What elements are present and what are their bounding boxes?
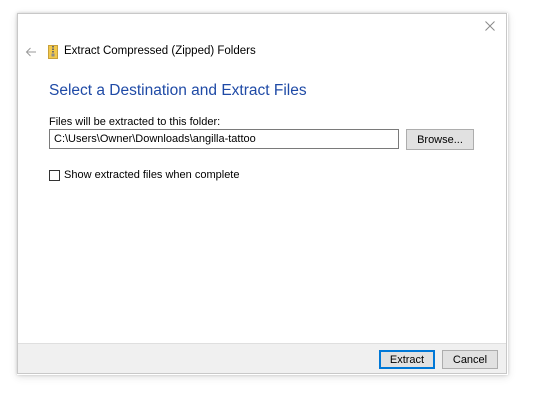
show-files-checkbox[interactable]: [49, 169, 60, 181]
zip-folder-icon: [48, 45, 58, 59]
back-button[interactable]: [22, 44, 40, 60]
show-files-option[interactable]: Show extracted files when complete: [49, 168, 239, 182]
show-files-label: Show extracted files when complete: [64, 169, 240, 181]
close-icon: [485, 21, 495, 31]
destination-label: Files will be extracted to this folder:: [49, 116, 221, 128]
extract-button[interactable]: Extract: [379, 350, 435, 369]
dialog-title: Extract Compressed (Zipped) Folders: [64, 45, 256, 57]
destination-path-input[interactable]: [49, 129, 399, 149]
extract-dialog: Extract Compressed (Zipped) Folders Sele…: [17, 13, 507, 374]
cancel-button[interactable]: Cancel: [442, 350, 498, 369]
page-heading: Select a Destination and Extract Files: [49, 82, 307, 99]
browse-button[interactable]: Browse...: [406, 129, 474, 150]
close-button[interactable]: [476, 14, 504, 38]
back-arrow-icon: [25, 47, 36, 57]
dialog-footer: Extract Cancel: [18, 343, 506, 373]
